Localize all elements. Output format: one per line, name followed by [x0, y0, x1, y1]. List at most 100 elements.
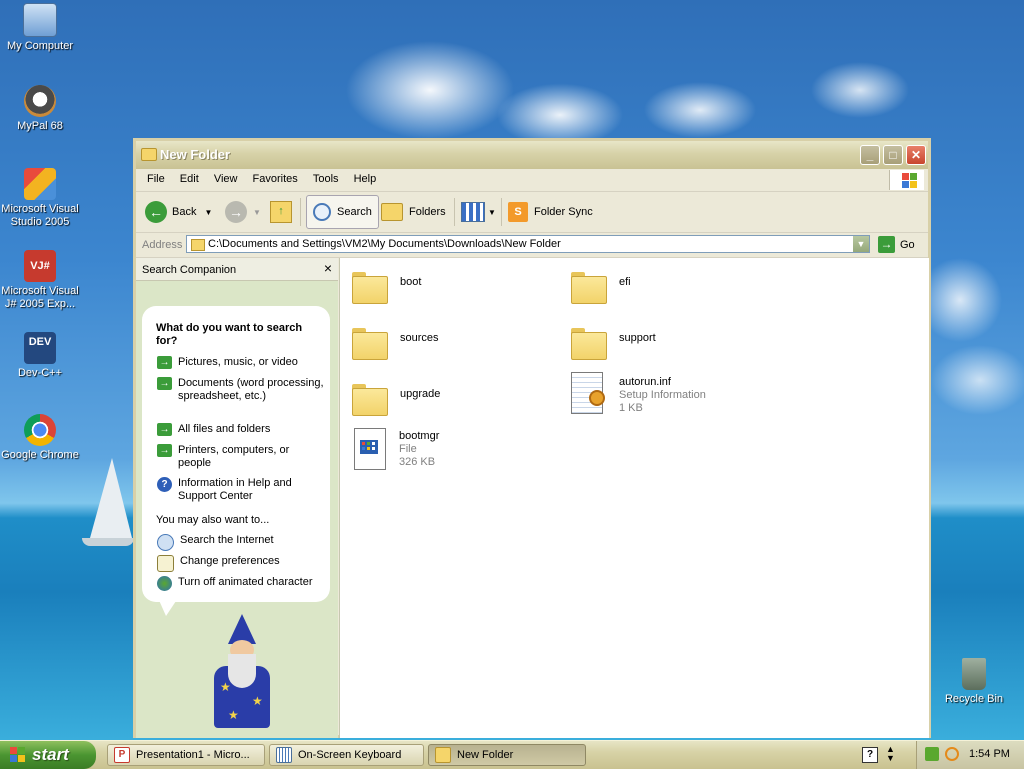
search-option-label: Printers, computers, or people: [178, 444, 290, 469]
desktop-icon-chrome[interactable]: Google Chrome: [0, 414, 80, 462]
folder-icon: [435, 747, 451, 763]
desktop-icon-mypal[interactable]: MyPal 68: [0, 85, 80, 133]
mypal-icon: [24, 85, 56, 117]
file-size: 1 KB: [619, 402, 643, 414]
file-list: boot efi sources support upgrade autorun…: [339, 258, 929, 738]
keyboard-icon: [276, 747, 292, 763]
window-title: New Folder: [160, 147, 231, 162]
search-internet-link[interactable]: Search the Internet: [157, 534, 325, 551]
taskbar-button-new-folder[interactable]: New Folder: [428, 744, 586, 766]
up-folder-icon: ↑: [270, 201, 292, 223]
search-icon[interactable]: [945, 747, 959, 761]
file-name: efi: [619, 276, 631, 288]
file-item-efi[interactable]: efi: [571, 268, 631, 304]
network-icon[interactable]: [925, 747, 939, 761]
forward-button[interactable]: → ▼: [225, 197, 261, 227]
desktop-icon-my-computer[interactable]: My Computer: [0, 3, 80, 53]
minimize-button[interactable]: _: [860, 145, 880, 165]
folder-sync-label: Folder Sync: [534, 206, 593, 218]
toolbar-separator: [501, 198, 502, 226]
back-arrow-icon: ←: [145, 201, 167, 223]
search-option-help-center[interactable]: ? Information in Help and Support Center: [157, 477, 325, 503]
maximize-button[interactable]: □: [883, 145, 903, 165]
start-button[interactable]: start: [0, 741, 96, 769]
menu-help[interactable]: Help: [348, 169, 383, 185]
search-option-printers[interactable]: → Printers, computers, or people: [157, 444, 325, 470]
generic-file-icon: [352, 428, 388, 472]
desktop-icon-visual-studio[interactable]: Microsoft Visual Studio 2005: [0, 168, 80, 229]
search-option-documents[interactable]: → Documents (word processing, spreadshee…: [157, 377, 325, 403]
also-option-label: Search the Internet: [180, 534, 274, 546]
search-option-label: All files and folders: [178, 423, 271, 435]
search-option-media[interactable]: → Pictures, music, or video: [157, 356, 325, 369]
folder-icon: [352, 384, 388, 416]
menu-edit[interactable]: Edit: [174, 169, 205, 185]
search-option-label: Pictures, music, or video: [178, 356, 298, 368]
search-label: Search: [337, 206, 372, 218]
green-arrow-icon: →: [157, 356, 172, 369]
sailboat-sail: [90, 458, 132, 538]
file-item-boot[interactable]: boot: [352, 268, 422, 304]
file-item-autorun[interactable]: autorun.inf Setup Information 1 KB: [569, 372, 706, 416]
go-arrow-icon[interactable]: →: [878, 236, 895, 253]
chevron-icon[interactable]: ▲ ▼: [886, 745, 895, 763]
file-name: autorun.inf: [619, 376, 671, 388]
menu-favorites[interactable]: Favorites: [247, 169, 304, 185]
file-item-sources[interactable]: sources: [352, 324, 439, 360]
recycle-bin-icon: [962, 658, 986, 690]
file-size: 326 KB: [399, 456, 436, 468]
file-type: File: [399, 443, 417, 455]
file-name: support: [619, 332, 656, 344]
menu-file[interactable]: File: [141, 169, 171, 185]
menu-view[interactable]: View: [208, 169, 244, 185]
folders-button[interactable]: Folders: [381, 197, 446, 227]
file-item-bootmgr[interactable]: bootmgr File 326 KB: [352, 428, 439, 472]
change-preferences-link[interactable]: Change preferences: [157, 555, 325, 572]
folder-sync-button[interactable]: S Folder Sync: [508, 197, 593, 227]
taskbar: start P Presentation1 - Micro... On-Scre…: [0, 740, 1024, 769]
search-option-all-files[interactable]: → All files and folders: [157, 423, 325, 436]
taskbar-button-keyboard[interactable]: On-Screen Keyboard: [269, 744, 424, 766]
folders-icon: [381, 203, 403, 221]
wizard-beard: [228, 654, 256, 688]
desktop-icon-recycle-bin[interactable]: Recycle Bin: [934, 658, 1014, 706]
up-folder-button[interactable]: ↑: [270, 197, 292, 227]
green-arrow-icon: →: [157, 444, 172, 457]
search-button[interactable]: Search: [306, 195, 379, 229]
file-details: autorun.inf Setup Information 1 KB: [619, 376, 706, 415]
green-arrow-icon: →: [157, 423, 172, 436]
address-dropdown-icon[interactable]: ▼: [853, 236, 869, 252]
help-icon[interactable]: ?: [862, 747, 878, 763]
bubble-tail: [158, 598, 178, 616]
taskbar-button-label: On-Screen Keyboard: [298, 749, 402, 761]
help-icon: ?: [157, 477, 172, 492]
go-button[interactable]: Go: [900, 239, 915, 251]
close-button[interactable]: ✕: [906, 145, 926, 165]
address-value: C:\Documents and Settings\VM2\My Documen…: [208, 238, 561, 250]
close-icon[interactable]: ×: [324, 260, 332, 276]
back-button[interactable]: ← Back ▼: [145, 197, 212, 227]
folder-icon: [571, 272, 607, 304]
menu-tools[interactable]: Tools: [307, 169, 345, 185]
desktop-icon-visual-jsharp[interactable]: VJ# Microsoft Visual J# 2005 Exp...: [0, 250, 80, 311]
setup-information-icon: [569, 372, 605, 416]
file-item-upgrade[interactable]: upgrade: [352, 380, 440, 416]
file-item-support[interactable]: support: [571, 324, 656, 360]
folder-icon: [352, 328, 388, 360]
file-name: boot: [400, 276, 422, 288]
views-button[interactable]: ▼: [461, 197, 496, 227]
search-companion-title: Search Companion: [142, 264, 237, 276]
address-input[interactable]: C:\Documents and Settings\VM2\My Documen…: [186, 235, 870, 253]
forward-arrow-icon: →: [225, 201, 247, 223]
file-name: sources: [400, 332, 439, 344]
wizard-character[interactable]: ★ ★ ★: [208, 614, 278, 734]
title-bar[interactable]: New Folder _ □ ✕: [136, 141, 928, 169]
turn-off-character-link[interactable]: Turn off animated character: [157, 576, 325, 591]
windows-logo-icon: [889, 170, 924, 190]
desktop-icon-dev-cpp[interactable]: DEV Dev-C++: [0, 332, 80, 380]
back-dropdown-icon[interactable]: ▼: [204, 208, 212, 217]
search-companion-pane: Search Companion × What do you want to s…: [136, 258, 338, 738]
animated-character-icon: [157, 576, 172, 591]
visual-jsharp-icon: VJ#: [24, 250, 56, 282]
taskbar-button-powerpoint[interactable]: P Presentation1 - Micro...: [107, 744, 265, 766]
